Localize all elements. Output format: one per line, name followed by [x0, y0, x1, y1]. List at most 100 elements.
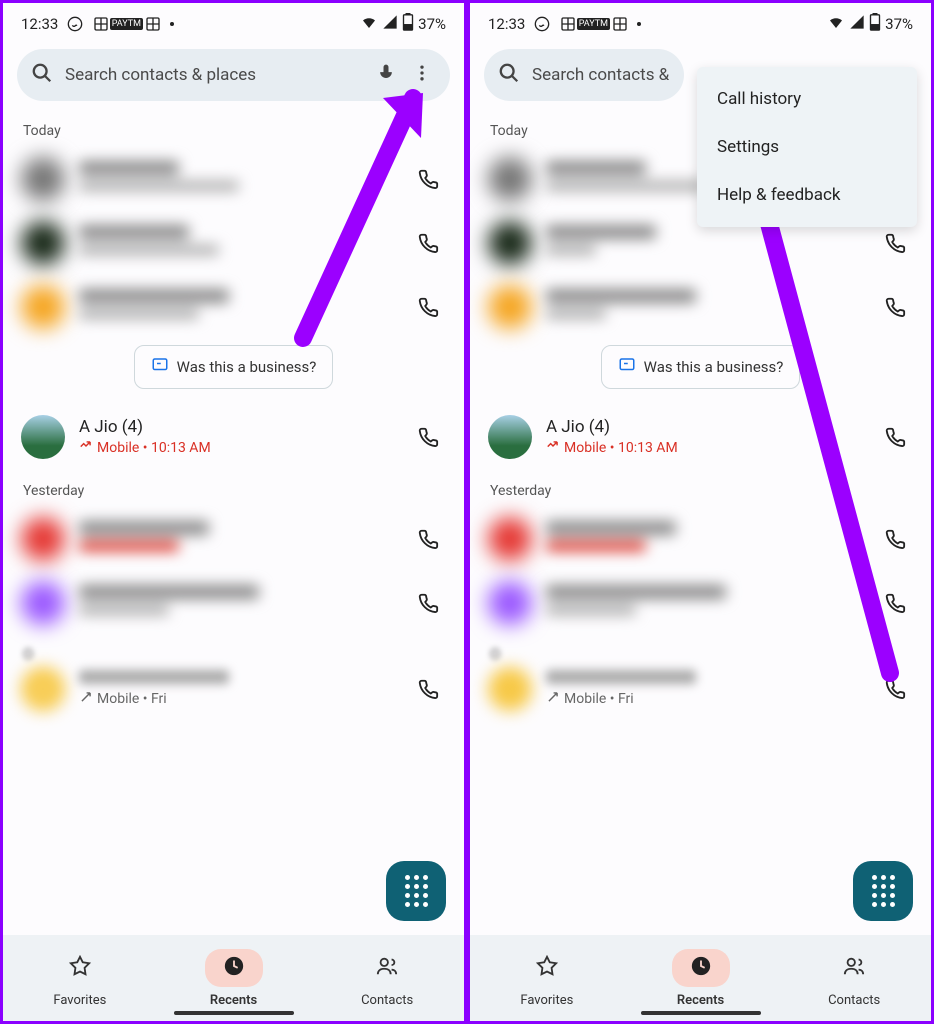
paytm-icon: PAYTM: [118, 15, 136, 33]
clock-icon: [690, 955, 712, 981]
app-icon-1: [92, 15, 110, 33]
call-meta: Mobile • 10:13 AM: [79, 439, 396, 457]
star-icon: [69, 955, 91, 981]
dialpad-fab[interactable]: [853, 861, 913, 921]
call-button[interactable]: [877, 521, 913, 557]
clock-icon: [223, 955, 245, 981]
search-icon: [31, 62, 53, 88]
section-yesterday: Yesterday: [470, 469, 931, 507]
avatar: [21, 415, 65, 459]
battery-pct: 37%: [418, 15, 446, 33]
status-bar: 12:33 PAYTM 37%: [470, 3, 931, 41]
nav-contacts[interactable]: Contacts: [777, 935, 931, 1021]
battery-pct: 37%: [885, 15, 913, 33]
bottom-nav: Favorites Recents Contacts: [470, 935, 931, 1021]
menu-help[interactable]: Help & feedback: [697, 171, 917, 219]
call-row-blurred[interactable]: [470, 507, 931, 571]
dialpad-fab[interactable]: [386, 861, 446, 921]
gesture-bar: [641, 1011, 761, 1015]
signal-icon: [849, 14, 865, 34]
gesture-bar: [174, 1011, 294, 1015]
signal-icon: [382, 14, 398, 34]
search-placeholder: Search contacts & places: [532, 65, 670, 85]
business-chip[interactable]: Was this a business?: [601, 345, 801, 389]
store-icon: [151, 356, 169, 378]
call-button[interactable]: [410, 161, 446, 197]
app-icon-1: [559, 15, 577, 33]
outgoing-call-icon: [546, 690, 560, 708]
battery-icon: [869, 13, 881, 35]
section-older: O: [470, 635, 931, 663]
nav-contacts[interactable]: Contacts: [310, 935, 464, 1021]
call-row-ajio[interactable]: A Jio (4) Mobile • 10:13 AM: [470, 405, 931, 469]
missed-call-icon: [546, 439, 560, 457]
search-bar[interactable]: Search contacts & places: [484, 49, 684, 101]
call-button[interactable]: [877, 289, 913, 325]
call-row-blurred[interactable]: [470, 571, 931, 635]
call-row-blurred[interactable]: [3, 211, 464, 275]
search-icon: [498, 62, 520, 88]
overflow-menu: Call history Settings Help & feedback: [697, 67, 917, 227]
call-row-blurred[interactable]: [3, 571, 464, 635]
section-older: O: [3, 635, 464, 663]
wifi-icon: [827, 13, 845, 35]
call-meta: Mobile • Fri: [79, 690, 396, 708]
business-chip[interactable]: Was this a business?: [134, 345, 334, 389]
nav-favorites[interactable]: Favorites: [3, 935, 157, 1021]
dialpad-icon: [872, 875, 895, 907]
star-icon: [536, 955, 558, 981]
call-button[interactable]: [410, 585, 446, 621]
call-button[interactable]: [410, 225, 446, 261]
call-row-blurred[interactable]: [470, 275, 931, 339]
nav-recents[interactable]: Recents: [624, 935, 778, 1021]
call-row-older[interactable]: Mobile • Fri: [470, 663, 931, 721]
status-time: 12:33: [21, 15, 58, 33]
call-meta: Mobile • 10:13 AM: [546, 439, 863, 457]
nav-favorites[interactable]: Favorites: [470, 935, 624, 1021]
status-time: 12:33: [488, 15, 525, 33]
paytm-icon: PAYTM: [585, 15, 603, 33]
status-overflow-dot: [170, 22, 174, 26]
call-name: A Jio (4): [79, 417, 396, 437]
call-button[interactable]: [410, 289, 446, 325]
whatsapp-icon: [533, 15, 551, 33]
dialpad-icon: [405, 875, 428, 907]
call-button[interactable]: [877, 225, 913, 261]
nav-recents[interactable]: Recents: [157, 935, 311, 1021]
section-yesterday: Yesterday: [3, 469, 464, 507]
call-row-blurred[interactable]: [3, 147, 464, 211]
people-icon: [376, 955, 398, 981]
store-icon: [618, 356, 636, 378]
phone-right: 12:33 PAYTM 37% Search contacts & places…: [467, 0, 934, 1024]
battery-icon: [402, 13, 414, 35]
call-button[interactable]: [877, 671, 913, 707]
call-row-ajio[interactable]: A Jio (4) Mobile • 10:13 AM: [3, 405, 464, 469]
call-button[interactable]: [410, 419, 446, 455]
call-button[interactable]: [410, 521, 446, 557]
avatar: [488, 415, 532, 459]
more-icon[interactable]: [408, 63, 436, 87]
app-icon-2: [611, 15, 629, 33]
mic-icon[interactable]: [376, 63, 396, 87]
call-row-blurred[interactable]: [3, 507, 464, 571]
outgoing-call-icon: [79, 690, 93, 708]
call-row-older[interactable]: A Mobile • Fri: [3, 663, 464, 721]
call-row-blurred[interactable]: [3, 275, 464, 339]
call-button[interactable]: [877, 419, 913, 455]
menu-call-history[interactable]: Call history: [697, 75, 917, 123]
section-today: Today: [3, 109, 464, 147]
status-bar: 12:33 PAYTM 37%: [3, 3, 464, 41]
wifi-icon: [360, 13, 378, 35]
menu-settings[interactable]: Settings: [697, 123, 917, 171]
call-button[interactable]: [877, 585, 913, 621]
whatsapp-icon: [66, 15, 84, 33]
call-meta: Mobile • Fri: [546, 690, 863, 708]
bottom-nav: Favorites Recents Contacts: [3, 935, 464, 1021]
search-bar[interactable]: Search contacts & places: [17, 49, 450, 101]
missed-call-icon: [79, 439, 93, 457]
people-icon: [843, 955, 865, 981]
call-button[interactable]: [410, 671, 446, 707]
app-icon-2: [144, 15, 162, 33]
call-name: A Jio (4): [546, 417, 863, 437]
status-overflow-dot: [637, 22, 641, 26]
